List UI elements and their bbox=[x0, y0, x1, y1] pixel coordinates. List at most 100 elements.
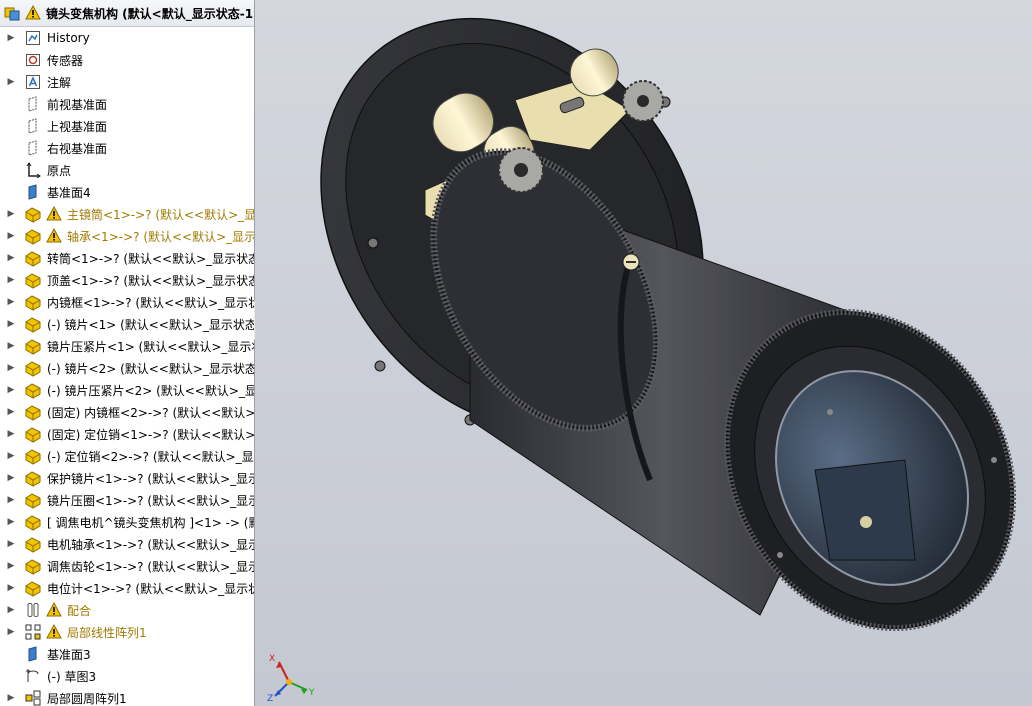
sensor-icon bbox=[24, 51, 42, 69]
tree-item[interactable]: ▶右视基准面 bbox=[0, 137, 254, 159]
expand-arrow-icon[interactable]: ▶ bbox=[6, 297, 16, 307]
tree-item-label: 镜片压紧片<1> (默认<<默认>_显示状态 1>) bbox=[47, 339, 254, 354]
tree-item-label: 电位计<1>->? (默认<<默认>_显示状态 1>) bbox=[47, 581, 254, 596]
part-icon bbox=[24, 227, 42, 245]
tree-item-label: (固定) 内镜框<2>->? (默认<<默认>_显示状态 1>) bbox=[47, 405, 254, 420]
tree-item[interactable]: ▶ (固定) 定位销<1>->? (默认<<默认>_显示状态 1>) bbox=[0, 423, 254, 445]
tree-item[interactable]: ▶ (-) 镜片<2> (默认<<默认>_显示状态 1>) bbox=[0, 357, 254, 379]
warning-icon bbox=[25, 4, 41, 21]
expand-arrow-icon[interactable]: ▶ bbox=[6, 77, 16, 87]
tree-item[interactable]: ▶ 局部圆周阵列1 bbox=[0, 687, 254, 706]
lens-zoom-assembly-model bbox=[320, 17, 1017, 632]
tree-item[interactable]: ▶ 注解 bbox=[0, 71, 254, 93]
tree-item-label: (-) 镜片<2> (默认<<默认>_显示状态 1>) bbox=[47, 361, 254, 376]
tree-root-item[interactable]: 镜头变焦机构 (默认<默认_显示状态-1>) bbox=[0, 0, 254, 27]
tree-item[interactable]: ▶ 顶盖<1>->? (默认<<默认>_显示状态 1>) bbox=[0, 269, 254, 291]
part-icon bbox=[24, 337, 42, 355]
expand-arrow-icon[interactable]: ▶ bbox=[6, 583, 16, 593]
expand-arrow-icon[interactable]: ▶ bbox=[6, 517, 16, 527]
tree-item[interactable]: ▶传感器 bbox=[0, 49, 254, 71]
plane-solid-icon bbox=[24, 645, 42, 663]
tree-item-label: 主镜筒<1>->? (默认<<默认>_显示状态 1>) bbox=[67, 207, 254, 222]
feature-manager-tree: 镜头变焦机构 (默认<默认_显示状态-1>) ▶History▶传感器▶注解▶前… bbox=[0, 0, 255, 706]
tree-item[interactable]: ▶ (固定) 内镜框<2>->? (默认<<默认>_显示状态 1>) bbox=[0, 401, 254, 423]
expand-arrow-icon[interactable]: ▶ bbox=[6, 231, 16, 241]
part-icon bbox=[24, 359, 42, 377]
triad-y-label: Y bbox=[309, 688, 315, 698]
tree-item-label: (固定) 定位销<1>->? (默认<<默认>_显示状态 1>) bbox=[47, 427, 254, 442]
tree-item[interactable]: ▶ 轴承<1>->? (默认<<默认>_显示状态 1>) bbox=[0, 225, 254, 247]
expand-arrow-icon[interactable]: ▶ bbox=[6, 319, 16, 329]
expand-arrow-icon[interactable]: ▶ bbox=[6, 605, 16, 615]
part-icon bbox=[24, 513, 42, 531]
warning-icon bbox=[46, 227, 62, 244]
part-icon bbox=[24, 425, 42, 443]
tree-item[interactable]: ▶ History bbox=[0, 27, 254, 49]
part-icon bbox=[24, 491, 42, 509]
triad-x-label: X bbox=[269, 654, 276, 664]
tree-item-label: 镜片压圈<1>->? (默认<<默认>_显示状态 1>) bbox=[47, 493, 254, 508]
tree-item[interactable]: ▶ [ 调焦电机^镜头变焦机构 ]<1> -> (默认<<默认>_显示状态 1>) bbox=[0, 511, 254, 533]
expand-arrow-icon[interactable]: ▶ bbox=[6, 473, 16, 483]
tree-item[interactable]: ▶ 镜片压紧片<1> (默认<<默认>_显示状态 1>) bbox=[0, 335, 254, 357]
tree-item-label: 原点 bbox=[47, 163, 72, 178]
warning-icon bbox=[46, 205, 62, 222]
origin-icon bbox=[24, 161, 42, 179]
expand-arrow-icon[interactable]: ▶ bbox=[6, 693, 16, 703]
expand-arrow-icon[interactable]: ▶ bbox=[6, 209, 16, 219]
tree-item[interactable]: ▶上视基准面 bbox=[0, 115, 254, 137]
graphics-viewport[interactable]: X Y Z bbox=[255, 0, 1032, 706]
plane-icon bbox=[24, 139, 42, 157]
tree-item[interactable]: ▶ 保护镜片<1>->? (默认<<默认>_显示状态 1>) bbox=[0, 467, 254, 489]
tree-item[interactable]: ▶ 调焦齿轮<1>->? (默认<<默认>_显示状态 1>) bbox=[0, 555, 254, 577]
tree-item-label: 转筒<1>->? (默认<<默认>_显示状态 1>) bbox=[47, 251, 254, 266]
annotation-icon bbox=[24, 73, 42, 91]
tree-item[interactable]: ▶ (-) 镜片压紧片<2> (默认<<默认>_显示状态 1>) bbox=[0, 379, 254, 401]
triad-z-label: Z bbox=[267, 694, 274, 704]
plane-solid-icon bbox=[24, 183, 42, 201]
expand-arrow-icon[interactable]: ▶ bbox=[6, 33, 16, 43]
tree-item-label: (-) 定位销<2>->? (默认<<默认>_显示状态 1>) bbox=[47, 449, 254, 464]
tree-item-label: [ 调焦电机^镜头变焦机构 ]<1> -> (默认<<默认>_显示状态 1>) bbox=[47, 515, 254, 530]
part-icon bbox=[24, 249, 42, 267]
tree-item[interactable]: ▶原点 bbox=[0, 159, 254, 181]
tree-item[interactable]: ▶ 电位计<1>->? (默认<<默认>_显示状态 1>) bbox=[0, 577, 254, 599]
tree-item-label: 基准面4 bbox=[47, 185, 91, 200]
tree-item[interactable]: ▶ (-) 镜片<1> (默认<<默认>_显示状态 1>) bbox=[0, 313, 254, 335]
expand-arrow-icon[interactable]: ▶ bbox=[6, 495, 16, 505]
tree-item-label: 保护镜片<1>->? (默认<<默认>_显示状态 1>) bbox=[47, 471, 254, 486]
tree-item-label: 右视基准面 bbox=[47, 141, 108, 156]
tree-item-label: 内镜框<1>->? (默认<<默认>_显示状态 1>) bbox=[47, 295, 254, 310]
tree-item[interactable]: ▶ 转筒<1>->? (默认<<默认>_显示状态 1>) bbox=[0, 247, 254, 269]
history-icon bbox=[24, 29, 42, 47]
tree-item[interactable]: ▶ 配合 bbox=[0, 599, 254, 621]
expand-arrow-icon[interactable]: ▶ bbox=[6, 341, 16, 351]
tree-item[interactable]: ▶基准面3 bbox=[0, 643, 254, 665]
sketch-icon bbox=[24, 667, 42, 685]
part-icon bbox=[24, 557, 42, 575]
tree-item-label: 轴承<1>->? (默认<<默认>_显示状态 1>) bbox=[67, 229, 254, 244]
tree-item[interactable]: ▶ 内镜框<1>->? (默认<<默认>_显示状态 1>) bbox=[0, 291, 254, 313]
tree-item-label: 前视基准面 bbox=[47, 97, 108, 112]
tree-item[interactable]: ▶基准面4 bbox=[0, 181, 254, 203]
tree-item[interactable]: ▶ 镜片压圈<1>->? (默认<<默认>_显示状态 1>) bbox=[0, 489, 254, 511]
expand-arrow-icon[interactable]: ▶ bbox=[6, 253, 16, 263]
tree-item[interactable]: ▶ (-) 定位销<2>->? (默认<<默认>_显示状态 1>) bbox=[0, 445, 254, 467]
tree-item[interactable]: ▶前视基准面 bbox=[0, 93, 254, 115]
expand-arrow-icon[interactable]: ▶ bbox=[6, 363, 16, 373]
expand-arrow-icon[interactable]: ▶ bbox=[6, 407, 16, 417]
tree-item[interactable]: ▶ 局部线性阵列1 bbox=[0, 621, 254, 643]
tree-item[interactable]: ▶(-) 草图3 bbox=[0, 665, 254, 687]
expand-arrow-icon[interactable]: ▶ bbox=[6, 627, 16, 637]
expand-arrow-icon[interactable]: ▶ bbox=[6, 451, 16, 461]
expand-arrow-icon[interactable]: ▶ bbox=[6, 561, 16, 571]
expand-arrow-icon[interactable]: ▶ bbox=[6, 385, 16, 395]
expand-arrow-icon[interactable]: ▶ bbox=[6, 275, 16, 285]
expand-arrow-icon[interactable]: ▶ bbox=[6, 429, 16, 439]
part-icon bbox=[24, 469, 42, 487]
view-triad[interactable]: X Y Z bbox=[267, 654, 317, 704]
part-icon bbox=[24, 403, 42, 421]
tree-item[interactable]: ▶ 主镜筒<1>->? (默认<<默认>_显示状态 1>) bbox=[0, 203, 254, 225]
tree-item[interactable]: ▶ 电机轴承<1>->? (默认<<默认>_显示状态 1>) bbox=[0, 533, 254, 555]
expand-arrow-icon[interactable]: ▶ bbox=[6, 539, 16, 549]
